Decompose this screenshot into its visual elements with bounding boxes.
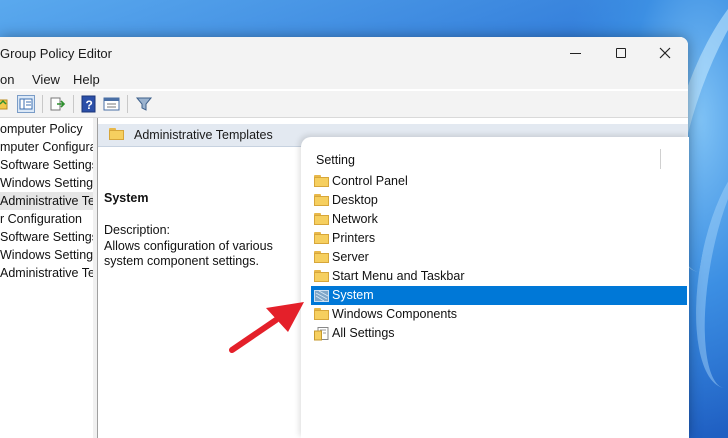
close-button[interactable]: [642, 37, 688, 69]
folder-icon: [314, 194, 329, 206]
list-item-label: Start Menu and Taskbar: [332, 269, 465, 283]
list-item-label: System: [332, 288, 374, 302]
description-title: System: [104, 191, 149, 205]
folder-icon: [314, 308, 329, 320]
toolbar-separator: [42, 95, 43, 113]
settings-list: Setting Control Panel Desktop Network Pr…: [301, 137, 689, 438]
tree-item-administrative-templates[interactable]: Administrative Te: [0, 192, 93, 210]
help-icon[interactable]: ?: [80, 95, 98, 113]
menu-help[interactable]: Help: [73, 72, 100, 87]
details-header-title: Administrative Templates: [134, 128, 273, 142]
list-item-printers[interactable]: Printers: [311, 229, 687, 248]
toolbar-separator: [127, 95, 128, 113]
list-item-all-settings[interactable]: All Settings: [311, 324, 687, 343]
list-item-label: Network: [332, 212, 378, 226]
filter-icon[interactable]: [135, 95, 153, 113]
maximize-button[interactable]: [598, 37, 644, 69]
maximize-icon: [616, 48, 626, 58]
list-item-label: Desktop: [332, 193, 378, 207]
folder-icon: [109, 128, 124, 140]
properties-icon[interactable]: [103, 95, 121, 113]
minimize-button[interactable]: [552, 37, 598, 69]
list-item-label: All Settings: [332, 326, 395, 340]
export-list-icon[interactable]: [49, 95, 67, 113]
list-item-label: Windows Components: [332, 307, 458, 321]
folder-icon: [314, 251, 329, 263]
folder-icon: [314, 175, 329, 187]
window-title: Group Policy Editor: [0, 46, 112, 61]
toolbar: ?: [0, 91, 688, 118]
folder-icon: [314, 270, 329, 282]
list-item-label: Printers: [332, 231, 376, 245]
tree-item-computer-policy[interactable]: omputer Policy: [0, 120, 83, 138]
menu-bar: on View Help: [0, 69, 688, 89]
list-item-network[interactable]: Network: [311, 210, 687, 229]
menu-action[interactable]: on: [0, 72, 14, 87]
menu-view[interactable]: View: [32, 72, 60, 87]
title-bar[interactable]: Group Policy Editor: [0, 37, 688, 69]
tree-item-software-settings[interactable]: Software Settings: [0, 156, 93, 174]
show-hide-tree-icon[interactable]: [17, 95, 35, 113]
annotation-arrow-icon: [229, 302, 304, 353]
description-text: Allows configuration of various system c…: [104, 239, 273, 268]
list-item-windows-components[interactable]: Windows Components: [311, 305, 687, 324]
tree-pane: omputer Policy mputer Configura Software…: [0, 118, 94, 438]
svg-text:?: ?: [86, 98, 93, 112]
list-item-start-menu-and-taskbar[interactable]: Start Menu and Taskbar: [311, 267, 687, 286]
minimize-icon: [569, 52, 581, 54]
list-item-desktop[interactable]: Desktop: [311, 191, 687, 210]
tree-item-computer-configuration[interactable]: mputer Configura: [0, 138, 93, 156]
column-header-setting[interactable]: Setting: [316, 153, 355, 167]
all-settings-icon: [314, 327, 329, 347]
tree-item-windows-settings[interactable]: Windows Setting: [0, 174, 93, 192]
tree-item-user-configuration[interactable]: r Configuration: [0, 210, 82, 228]
tree-item-windows-settings[interactable]: Windows Setting: [0, 246, 93, 264]
list-item-system[interactable]: System: [311, 286, 687, 305]
close-icon: [659, 47, 671, 59]
up-folder-icon[interactable]: [0, 95, 14, 113]
list-item-control-panel[interactable]: Control Panel: [311, 172, 687, 191]
folder-icon: [314, 213, 329, 225]
list-item-label: Server: [332, 250, 369, 264]
toolbar-separator: [73, 95, 74, 113]
list-item-server[interactable]: Server: [311, 248, 687, 267]
list-item-label: Control Panel: [332, 174, 408, 188]
tree-item-software-settings[interactable]: Software Settings: [0, 228, 93, 246]
description-label: Description:: [104, 223, 170, 237]
column-divider[interactable]: [660, 149, 661, 169]
folder-icon: [314, 232, 329, 244]
tree-item-administrative-templates[interactable]: Administrative Te: [0, 264, 93, 282]
